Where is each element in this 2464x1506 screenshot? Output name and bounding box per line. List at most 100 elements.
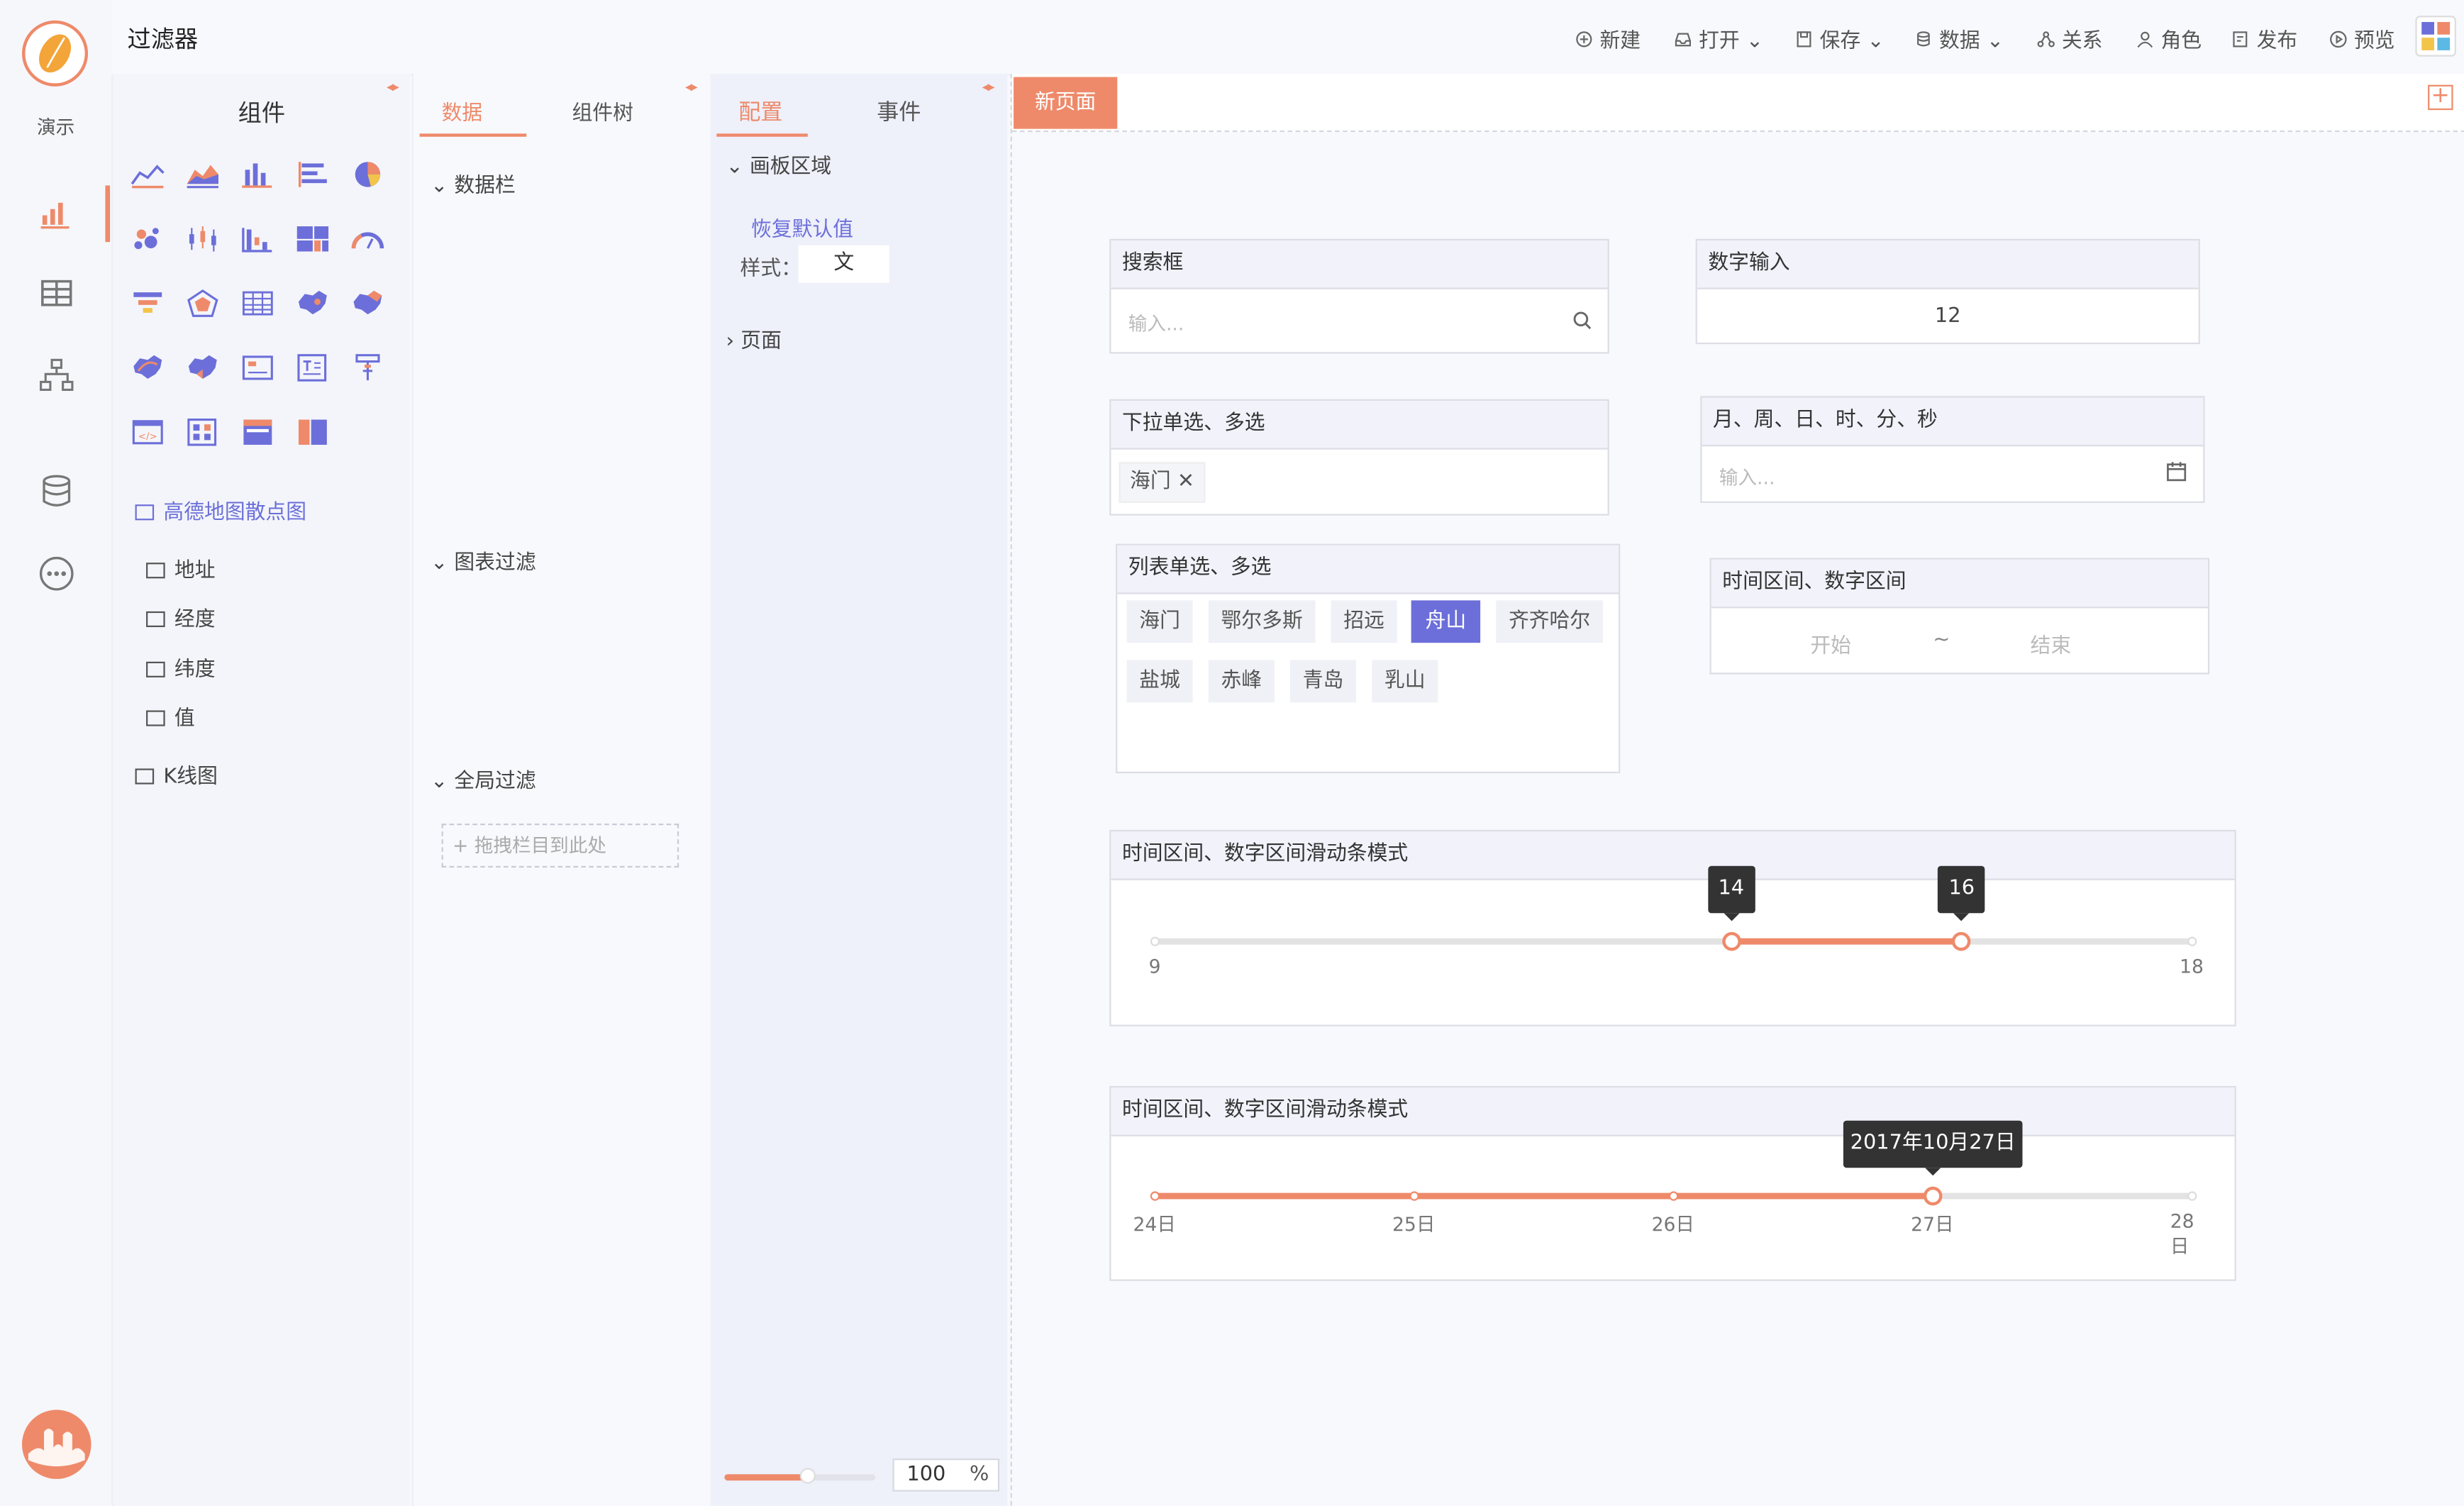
funnel-icon[interactable] — [129, 287, 167, 319]
image-component-icon[interactable] — [239, 352, 277, 383]
map-china-icon[interactable] — [294, 287, 331, 319]
list-option[interactable]: 青岛 — [1290, 660, 1357, 703]
restore-default-link[interactable]: 恢复默认值 — [751, 212, 853, 242]
new-button[interactable]: 新建 — [1575, 23, 1641, 53]
number-input[interactable]: 12 — [1697, 305, 2199, 328]
range-filter-card[interactable]: 时间区间、数字区间 开始 ~ 结束 — [1709, 558, 2210, 675]
waterfall-icon[interactable] — [239, 223, 277, 255]
bar-chart-icon[interactable] — [239, 159, 277, 190]
date-slider-card[interactable]: 时间区间、数字区间滑动条模式 2017年10月27日 24日 25日 26日 27日 2… — [1109, 1085, 2236, 1281]
list-option[interactable]: 招远 — [1331, 600, 1397, 643]
slider-low-handle[interactable] — [1721, 931, 1741, 951]
tab-data[interactable]: 数据 — [442, 96, 483, 126]
add-page-icon[interactable]: + — [2428, 84, 2453, 111]
open-button[interactable]: 打开 ⌄ — [1674, 23, 1763, 53]
section-canvas-area[interactable]: ⌄ 画板区域 — [726, 149, 832, 179]
dataset-tree-head[interactable]: K线图 — [135, 759, 218, 789]
field-item[interactable]: 值 — [146, 701, 195, 731]
map-heat-icon[interactable] — [349, 287, 387, 319]
grid-layout-icon[interactable] — [184, 416, 221, 448]
page-tab-new[interactable]: 新页面 — [1014, 77, 1118, 129]
drop-zone[interactable]: + 拖拽栏目到此处 — [441, 823, 679, 868]
text-component-icon[interactable] — [294, 352, 331, 383]
slider-tick-dot — [1150, 1191, 1160, 1201]
collapse-arrows-icon[interactable]: ◂▸ — [387, 80, 399, 96]
theme-grid-icon[interactable] — [2415, 16, 2456, 57]
publish-button[interactable]: 发布 — [2231, 23, 2297, 53]
chart-icon[interactable] — [36, 195, 77, 230]
save-button[interactable]: 保存 ⌄ — [1794, 23, 1885, 53]
gauge-icon[interactable] — [349, 223, 387, 255]
zoom-slider-handle[interactable] — [799, 1468, 816, 1484]
area-chart-icon[interactable] — [184, 159, 221, 190]
list-option[interactable]: 赤峰 — [1208, 660, 1275, 703]
radar-icon[interactable] — [184, 287, 221, 319]
horizontal-bar-icon[interactable] — [294, 159, 331, 190]
search-filter-card[interactable]: 搜索框 输入... — [1109, 238, 1609, 354]
app-logo[interactable] — [22, 20, 89, 87]
selected-tag[interactable]: 海门 ✕ — [1119, 462, 1206, 503]
field-item[interactable]: 经度 — [146, 602, 216, 632]
list-filter-card[interactable]: 列表单选、多选 海门 鄂尔多斯 招远 舟山 齐齐哈尔 盐城 赤峰 青岛 乳山 — [1116, 543, 1621, 774]
numeric-slider[interactable]: 14 16 9 18 — [1149, 865, 2204, 978]
data-panel: ◂▸ 数据 组件树 ⌄ 数据栏 ⌄ 图表过滤 ⌄ 全局过滤 + 拖拽栏目到此处 — [411, 74, 711, 1506]
more-icon[interactable] — [36, 555, 77, 591]
table-icon[interactable] — [36, 277, 77, 311]
bottom-logo-icon[interactable] — [22, 1410, 91, 1479]
slider-high-handle[interactable] — [1952, 931, 1972, 951]
map-region-icon[interactable] — [184, 352, 221, 383]
search-icon[interactable] — [1572, 309, 1594, 331]
html-component-icon[interactable]: </> — [129, 416, 167, 448]
field-item[interactable]: 地址 — [146, 553, 216, 583]
role-button[interactable]: 角色 — [2136, 23, 2202, 53]
calendar-icon[interactable] — [2165, 460, 2187, 482]
list-option-selected[interactable]: 舟山 — [1411, 600, 1481, 643]
table-chart-icon[interactable] — [239, 287, 277, 319]
pie-chart-icon[interactable] — [349, 159, 387, 190]
style-select[interactable]: 文 — [798, 245, 890, 283]
split-layout-icon[interactable] — [294, 416, 331, 448]
section-data-bar[interactable]: ⌄ 数据栏 — [431, 168, 516, 198]
field-item[interactable]: 纬度 — [146, 652, 216, 682]
range-start-input[interactable]: 开始 — [1810, 629, 1851, 658]
line-chart-icon[interactable] — [129, 159, 167, 190]
list-option[interactable]: 鄂尔多斯 — [1208, 600, 1316, 643]
zoom-input[interactable]: 100 % — [892, 1458, 1000, 1492]
dataset-tree-head[interactable]: 高德地图散点图 — [135, 495, 306, 525]
list-option[interactable]: 乳山 — [1372, 660, 1438, 703]
relation-button[interactable]: 关系 — [2036, 23, 2103, 53]
range-end-input[interactable]: 结束 — [2031, 629, 2072, 658]
search-input[interactable]: 输入... — [1128, 309, 1184, 336]
map-flow-icon[interactable] — [129, 352, 167, 383]
collapse-arrows-icon[interactable]: ◂▸ — [685, 80, 698, 96]
dropdown-filter-card[interactable]: 下拉单选、多选 海门 ✕ — [1109, 399, 1609, 516]
tab-events[interactable]: 事件 — [877, 96, 921, 127]
collapse-arrows-icon[interactable]: ◂▸ — [982, 80, 995, 96]
date-input[interactable]: 输入... — [1719, 464, 1775, 491]
treemap-icon[interactable] — [294, 223, 331, 255]
date-slider[interactable]: 2017年10月27日 24日 25日 26日 27日 28日 — [1133, 1120, 2197, 1257]
tabs-layout-icon[interactable] — [239, 416, 277, 448]
section-page[interactable]: › 页面 — [726, 323, 782, 353]
number-input-card[interactable]: 数字输入 12 — [1695, 238, 2200, 345]
list-option[interactable]: 齐齐哈尔 — [1496, 600, 1603, 643]
date-filter-card[interactable]: 月、周、日、时、分、秒 输入... — [1700, 396, 2205, 503]
scatter-chart-icon[interactable] — [129, 223, 167, 255]
numeric-slider-card[interactable]: 时间区间、数字区间滑动条模式 14 16 9 18 — [1109, 829, 2236, 1026]
close-icon[interactable]: ✕ — [1177, 470, 1194, 493]
candlestick-icon[interactable] — [184, 223, 221, 255]
section-global-filter[interactable]: ⌄ 全局过滤 — [431, 764, 536, 794]
chevron-down-icon: ⌄ — [1986, 30, 2004, 54]
hierarchy-icon[interactable] — [36, 358, 77, 393]
list-option[interactable]: 海门 — [1126, 600, 1193, 643]
list-option[interactable]: 盐城 — [1126, 660, 1193, 703]
preview-button[interactable]: 预览 — [2329, 23, 2395, 53]
data-menu-button[interactable]: 数据 ⌄ — [1914, 23, 2004, 53]
tab-config[interactable]: 配置 — [738, 96, 782, 127]
svg-text:</>: </> — [138, 431, 157, 442]
section-chart-filter[interactable]: ⌄ 图表过滤 — [431, 546, 536, 575]
slider-handle[interactable] — [1923, 1186, 1943, 1206]
database-icon[interactable] — [36, 475, 77, 509]
tab-component-tree[interactable]: 组件树 — [572, 96, 633, 126]
filter-component-icon[interactable] — [349, 352, 387, 383]
